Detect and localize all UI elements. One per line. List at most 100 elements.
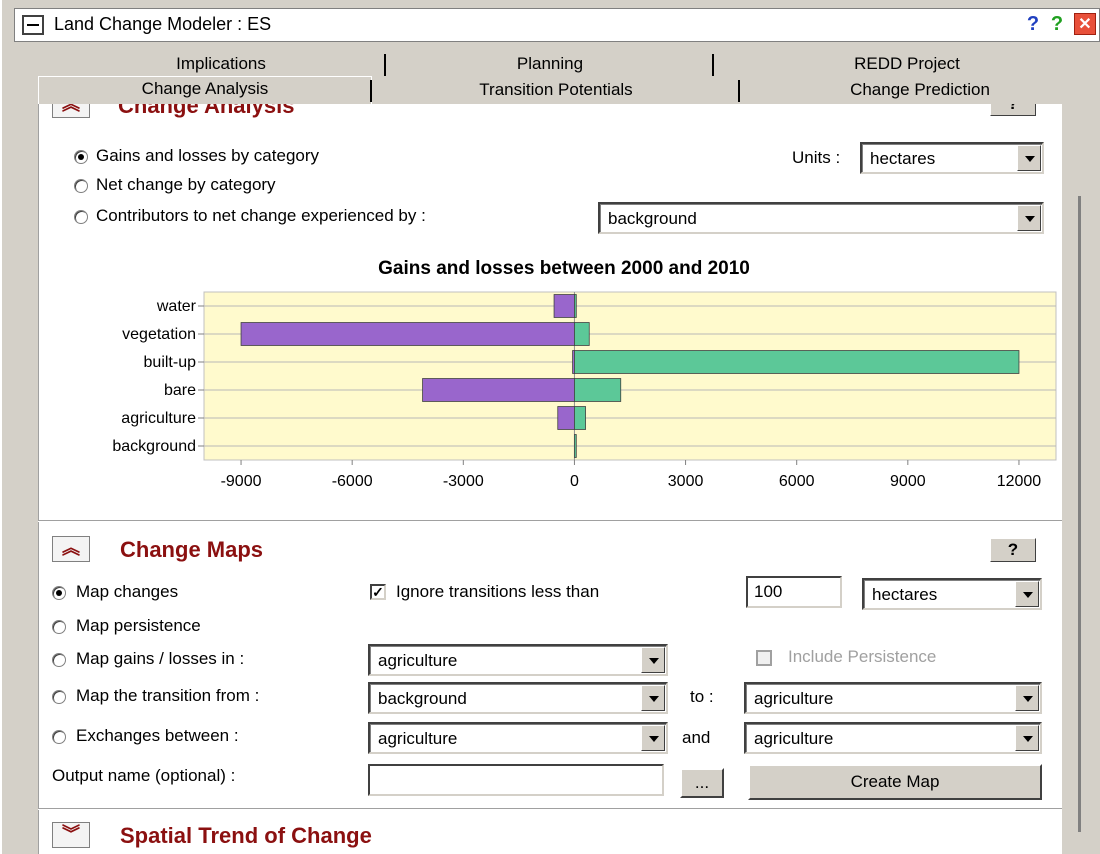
- change-analysis-header: ︽ Change Analysis ?: [38, 104, 1062, 118]
- chart-y-tick-label: built-up: [144, 354, 197, 371]
- exchange-b-select[interactable]: agriculture: [744, 722, 1042, 754]
- context-help-icon[interactable]: ?: [1046, 12, 1068, 36]
- window-title: Land Change Modeler : ES: [54, 14, 272, 34]
- tab-transition-potentials[interactable]: Transition Potentials: [372, 78, 740, 102]
- chart-bar: [422, 378, 575, 402]
- collapse-icon[interactable]: ︽: [52, 536, 90, 562]
- ignore-value-input[interactable]: 100: [746, 576, 842, 608]
- chevron-down-icon[interactable]: [1017, 145, 1041, 171]
- tab-change-analysis[interactable]: Change Analysis: [38, 76, 372, 104]
- contributor-select[interactable]: background: [598, 202, 1044, 234]
- chart-y-tick-label: agriculture: [121, 410, 196, 427]
- scrollbar[interactable]: [1078, 196, 1081, 832]
- units-select[interactable]: hectares: [860, 142, 1044, 174]
- gains-value: agriculture: [378, 651, 458, 670]
- help-button[interactable]: ?: [990, 104, 1036, 116]
- section-divider: [38, 808, 1062, 810]
- chart-bar: [574, 434, 577, 458]
- chart-bar: [240, 322, 575, 346]
- radio-contributors[interactable]: [74, 210, 88, 224]
- include-persistence-checkbox[interactable]: [756, 650, 772, 666]
- chevron-down-icon[interactable]: [1015, 685, 1039, 711]
- section-title-change-maps: Change Maps: [120, 537, 264, 562]
- exchange-b-value: agriculture: [754, 729, 834, 748]
- radio-exchanges[interactable]: [52, 730, 66, 744]
- chart-bar: [574, 378, 622, 402]
- tab-row-2: Change Analysis Transition Potentials Ch…: [38, 76, 1100, 104]
- exchanges-label: Exchanges between :: [76, 726, 239, 745]
- ignore-value: 100: [754, 582, 783, 601]
- chart-y-tick-label: background: [112, 438, 196, 455]
- expand-icon[interactable]: ︾: [52, 822, 90, 848]
- section-title-change-analysis: Change Analysis: [118, 104, 295, 118]
- map-persistence-label: Map persistence: [76, 616, 201, 635]
- map-changes-label: Map changes: [76, 582, 179, 601]
- tab-row-1: Implications Planning REDD Project: [56, 52, 1100, 76]
- chart-x-tick-label: 6000: [779, 473, 815, 490]
- chart-bar: [574, 406, 586, 430]
- chevron-down-icon[interactable]: [641, 647, 665, 673]
- tab-change-prediction[interactable]: Change Prediction: [740, 78, 1100, 102]
- chevron-down-icon[interactable]: [1015, 725, 1039, 751]
- section-title-spatial-trend: Spatial Trend of Change: [120, 823, 372, 848]
- chevron-down-icon[interactable]: [1017, 205, 1041, 231]
- collapse-icon[interactable]: ︽: [52, 104, 90, 118]
- help-button[interactable]: ?: [990, 538, 1036, 562]
- chart-y-tick-label: vegetation: [122, 326, 196, 343]
- transition-from-select[interactable]: background: [368, 682, 668, 714]
- contributor-value: background: [608, 209, 697, 228]
- section-divider: [38, 520, 1062, 522]
- chart-y-tick-label: water: [156, 298, 197, 315]
- chart-bar: [574, 294, 577, 318]
- map-gains-label: Map gains / losses in :: [76, 649, 245, 668]
- ignore-label: Ignore transitions less than: [396, 582, 600, 601]
- chart-x-tick-label: -6000: [332, 473, 373, 490]
- chart-x-tick-label: 9000: [890, 473, 926, 490]
- chart-bar: [557, 406, 575, 430]
- chart-x-tick-label: 3000: [668, 473, 704, 490]
- exchange-a-select[interactable]: agriculture: [368, 722, 668, 754]
- ignore-units-select[interactable]: hectares: [862, 578, 1042, 610]
- radio-gains-losses[interactable]: [74, 150, 88, 164]
- chart-bar: [574, 350, 1020, 374]
- chart-title: Gains and losses between 2000 and 2010: [378, 258, 750, 279]
- option-contributors-label: Contributors to net change experienced b…: [96, 206, 426, 225]
- transition-to-value: agriculture: [754, 689, 834, 708]
- map-transition-label: Map the transition from :: [76, 686, 260, 705]
- chart-plot-area: [203, 291, 1057, 461]
- chart-x-tick-label: -3000: [443, 473, 484, 490]
- radio-map-gains[interactable]: [52, 653, 66, 667]
- tab-planning[interactable]: Planning: [386, 52, 714, 76]
- chart-x-tick-label: 12000: [997, 473, 1042, 490]
- ignore-checkbox[interactable]: ✓: [370, 584, 386, 600]
- tab-redd-project[interactable]: REDD Project: [714, 52, 1100, 76]
- chart-y-tick-label: bare: [164, 382, 196, 399]
- scroll-track[interactable]: [1062, 104, 1100, 854]
- chart-x-tick-label: -9000: [221, 473, 262, 490]
- transition-to-select[interactable]: agriculture: [744, 682, 1042, 714]
- exchange-a-value: agriculture: [378, 729, 458, 748]
- units-label: Units :: [792, 148, 841, 167]
- option-net-change-label: Net change by category: [96, 175, 276, 194]
- radio-net-change[interactable]: [74, 179, 88, 193]
- output-label: Output name (optional) :: [52, 766, 236, 785]
- gains-select[interactable]: agriculture: [368, 644, 668, 676]
- output-name-input[interactable]: [368, 764, 664, 796]
- chevron-down-icon[interactable]: [641, 725, 665, 751]
- radio-map-persistence[interactable]: [52, 620, 66, 634]
- radio-map-transition[interactable]: [52, 690, 66, 704]
- help-icon[interactable]: ?: [1022, 12, 1044, 36]
- create-map-button[interactable]: Create Map: [748, 764, 1042, 800]
- chevron-down-icon[interactable]: [641, 685, 665, 711]
- chevron-down-icon[interactable]: [1015, 581, 1039, 607]
- ignore-units-value: hectares: [872, 585, 938, 604]
- minimize-icon[interactable]: [22, 15, 44, 35]
- close-icon[interactable]: ✕: [1074, 13, 1096, 35]
- and-label: and: [682, 728, 711, 747]
- browse-button[interactable]: ...: [680, 768, 724, 798]
- chart-x-tick-label: 0: [570, 473, 579, 490]
- tab-implications[interactable]: Implications: [56, 52, 386, 76]
- chart-bar: [553, 294, 575, 318]
- radio-map-changes[interactable]: [52, 586, 66, 600]
- units-value: hectares: [870, 149, 936, 168]
